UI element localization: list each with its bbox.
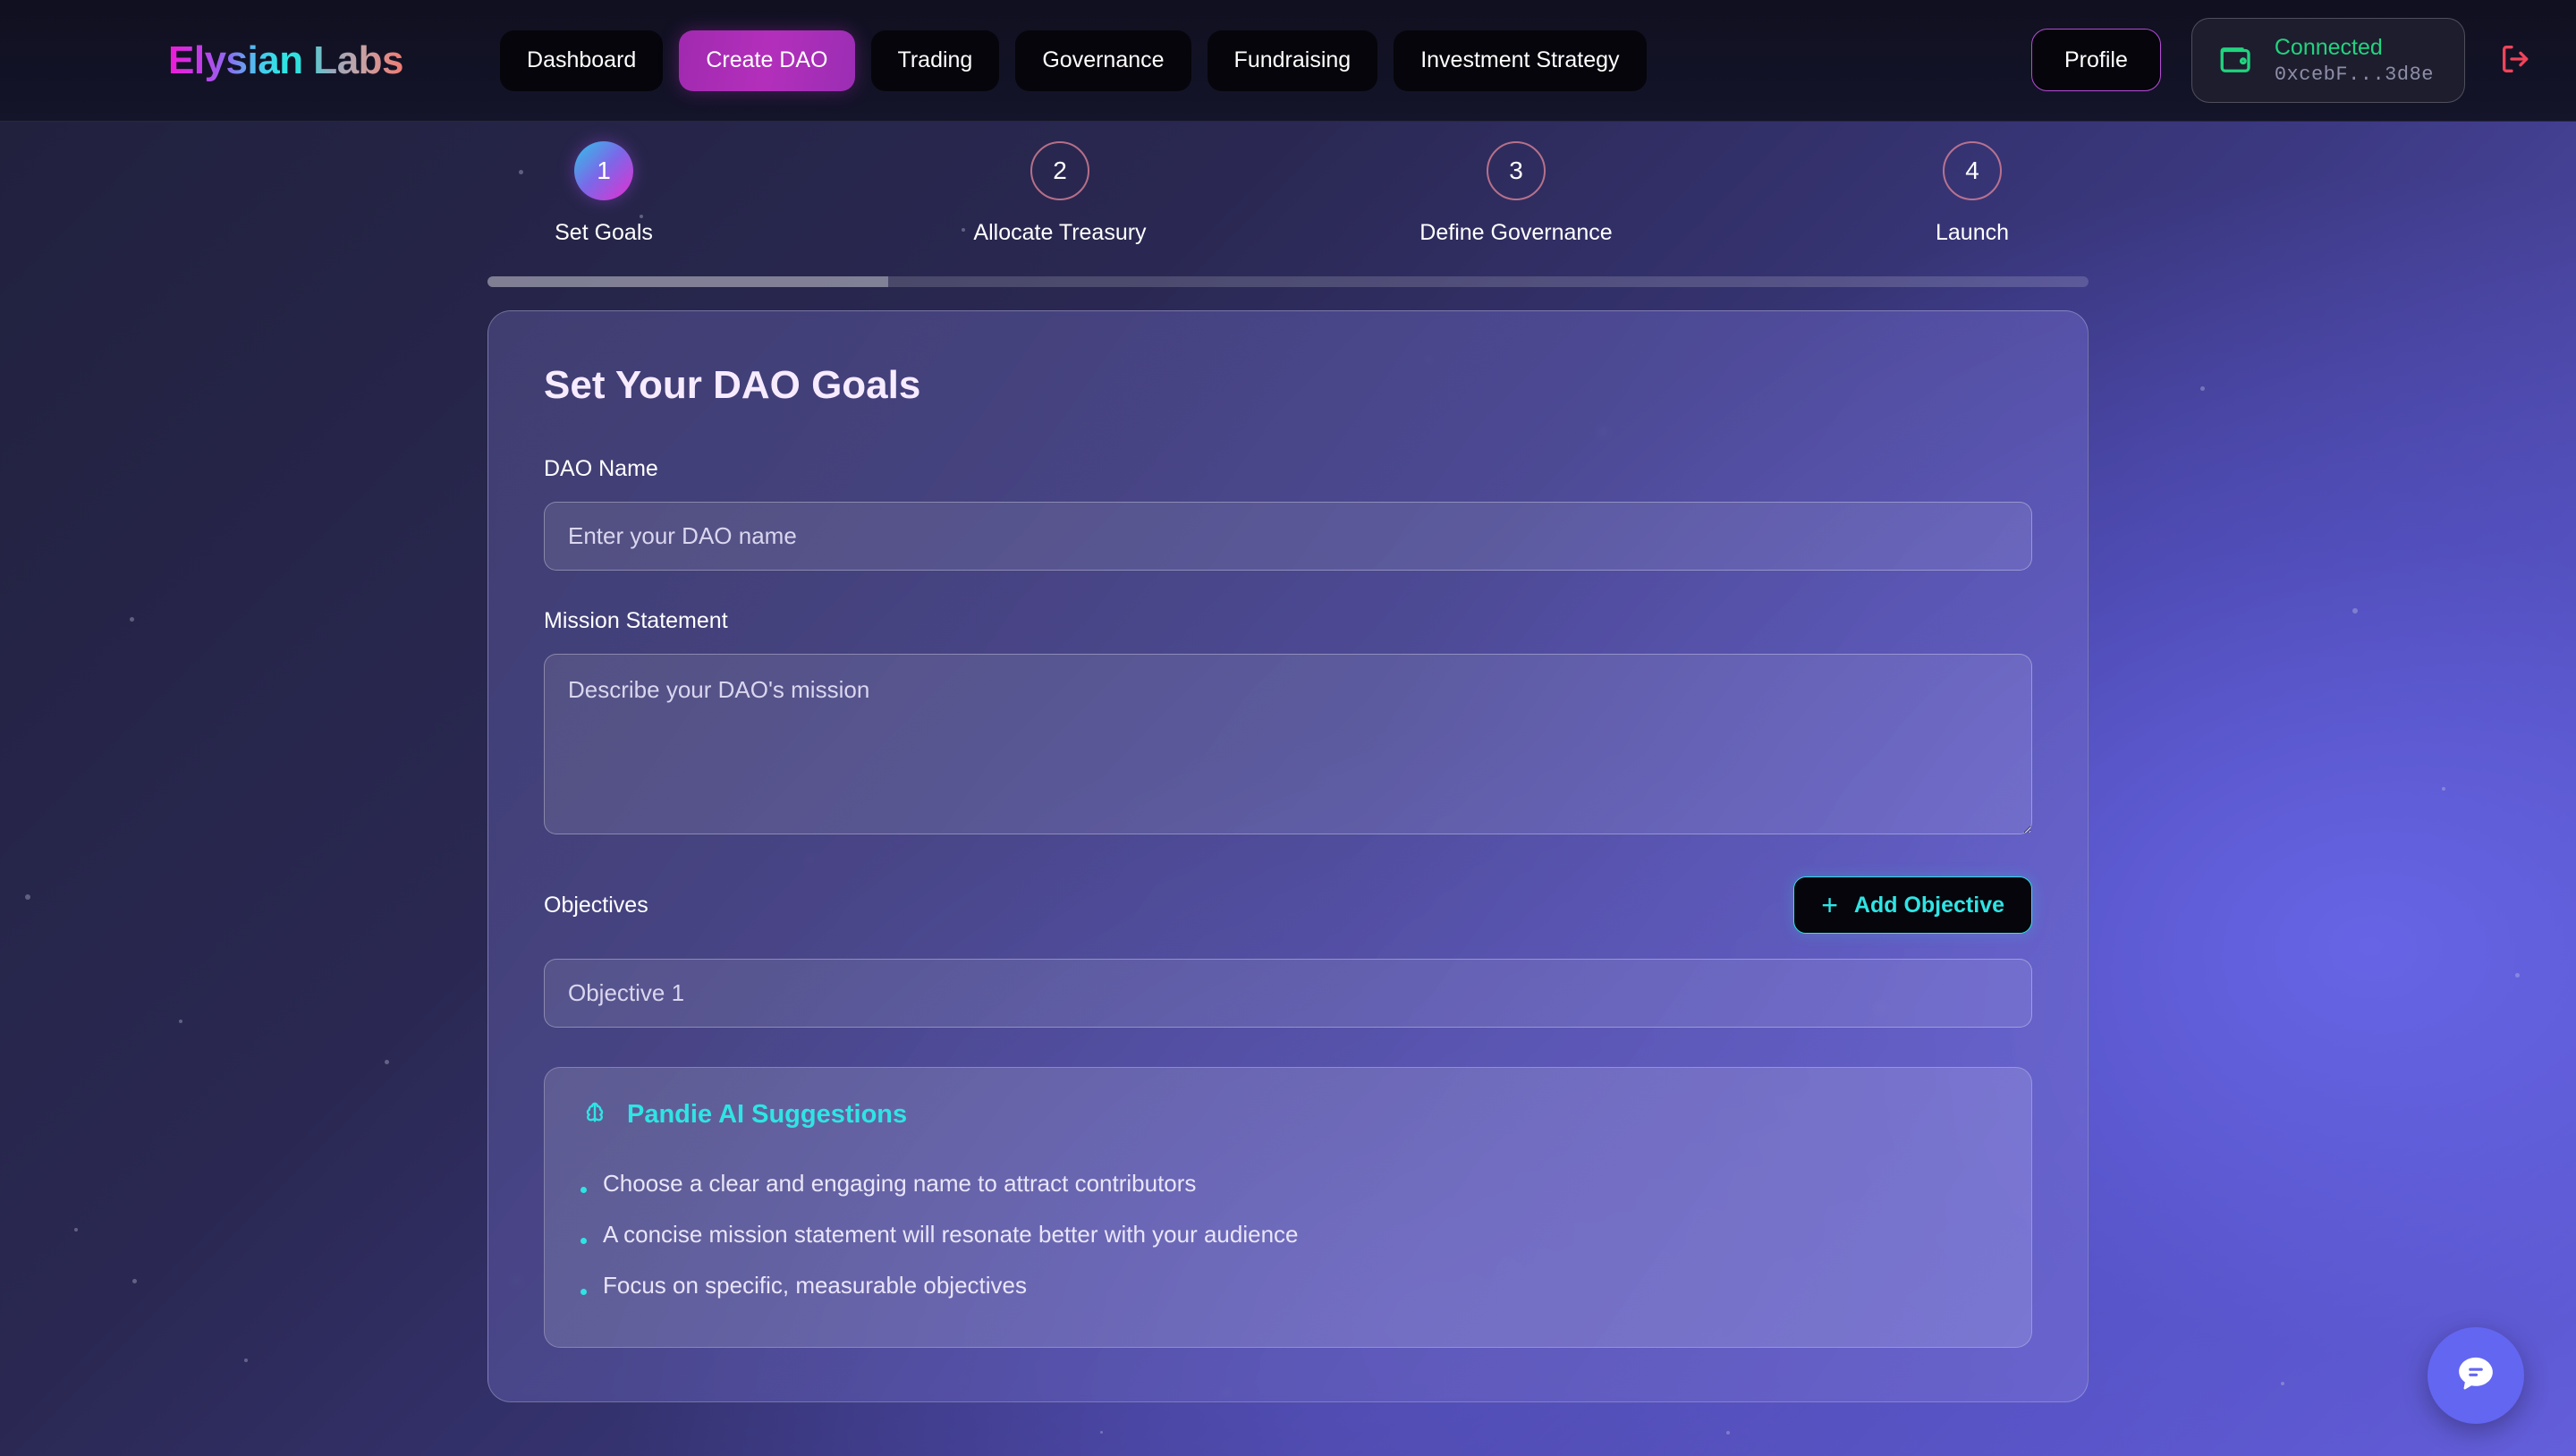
dao-name-input[interactable] (544, 502, 2032, 571)
dao-name-group: DAO Name (544, 456, 2032, 571)
mission-statement-textarea[interactable] (544, 654, 2032, 834)
ai-suggestions-panel: Pandie AI Suggestions Choose a clear and… (544, 1067, 2032, 1348)
dao-name-label: DAO Name (544, 456, 658, 481)
list-item: A concise mission statement will resonat… (580, 1209, 1996, 1260)
plus-icon: + (1821, 889, 1838, 921)
chat-support-button[interactable] (2428, 1327, 2524, 1424)
step-1-number: 1 (574, 141, 633, 200)
step-3-label: Define Governance (1419, 220, 1613, 245)
add-objective-button[interactable]: + Add Objective (1793, 876, 2032, 934)
bullet-dot-icon (580, 1187, 587, 1193)
nav-item-dashboard[interactable]: Dashboard (500, 30, 664, 91)
nav-item-investment-strategy[interactable]: Investment Strategy (1394, 30, 1647, 91)
profile-button[interactable]: Profile (2030, 29, 2161, 92)
objectives-label: Objectives (544, 892, 648, 918)
suggestion-text: Choose a clear and engaging name to attr… (603, 1170, 1197, 1197)
bullet-dot-icon (580, 1238, 587, 1244)
top-navigation-bar: Elysian Labs Dashboard Create DAO Tradin… (0, 0, 2576, 122)
list-item: Choose a clear and engaging name to attr… (580, 1158, 1996, 1209)
bullet-dot-icon (580, 1289, 587, 1295)
step-2-number: 2 (1030, 141, 1089, 200)
wallet-address: 0xcebF...3d8e (2274, 63, 2434, 86)
nav-item-fundraising[interactable]: Fundraising (1207, 30, 1378, 91)
objective-1-input[interactable] (544, 959, 2032, 1028)
ai-suggestions-list: Choose a clear and engaging name to attr… (580, 1158, 1996, 1311)
wizard-progress-bar (487, 276, 2089, 287)
ai-suggestions-header: Pandie AI Suggestions (580, 1098, 1996, 1131)
step-2-label: Allocate Treasury (973, 220, 1147, 245)
page-title: Set Your DAO Goals (544, 363, 921, 407)
nav-item-trading[interactable]: Trading (870, 30, 1000, 91)
chat-bubble-icon (2453, 1351, 2499, 1401)
nav-links: Dashboard Create DAO Trading Governance … (500, 30, 1647, 91)
step-3-number: 3 (1487, 141, 1546, 200)
step-3-define-governance[interactable]: 3 Define Governance (1400, 141, 1632, 246)
logout-button[interactable] (2496, 39, 2537, 80)
wallet-status-chip[interactable]: Connected 0xcebF...3d8e (2190, 17, 2465, 104)
mission-statement-group: Mission Statement (544, 608, 2032, 839)
wizard-stepper: 1 Set Goals 2 Allocate Treasury 3 Define… (487, 122, 2089, 287)
ai-suggestions-title: Pandie AI Suggestions (627, 1100, 908, 1129)
step-1-set-goals[interactable]: 1 Set Goals (487, 141, 720, 246)
wallet-text: Connected 0xcebF...3d8e (2275, 35, 2434, 86)
suggestion-text: A concise mission statement will resonat… (603, 1221, 1299, 1248)
logout-icon (2498, 41, 2534, 80)
nav-item-create-dao[interactable]: Create DAO (679, 30, 855, 91)
wallet-status-label: Connected (2274, 34, 2383, 60)
step-1-label: Set Goals (555, 220, 653, 245)
stepper-steps: 1 Set Goals 2 Allocate Treasury 3 Define… (487, 141, 2089, 246)
step-4-label: Launch (1935, 220, 2010, 245)
objectives-header: Objectives + Add Objective (544, 876, 2032, 934)
wizard-progress-fill (487, 276, 888, 287)
add-objective-label: Add Objective (1853, 892, 2004, 918)
brain-icon (580, 1098, 609, 1131)
step-2-allocate-treasury[interactable]: 2 Allocate Treasury (944, 141, 1176, 246)
list-item: Focus on specific, measurable objectives (580, 1260, 1996, 1311)
set-goals-card: Set Your DAO Goals DAO Name Mission Stat… (487, 310, 2089, 1402)
app-logo[interactable]: Elysian Labs (168, 38, 404, 83)
nav-item-governance[interactable]: Governance (1015, 30, 1191, 91)
step-4-launch[interactable]: 4 Launch (1856, 141, 2089, 246)
objectives-group: Objectives + Add Objective (544, 876, 2032, 1028)
main-content: 1 Set Goals 2 Allocate Treasury 3 Define… (0, 122, 2576, 1402)
mission-statement-label: Mission Statement (544, 608, 728, 633)
suggestion-text: Focus on specific, measurable objectives (603, 1272, 1028, 1299)
nav-right-group: Profile Connected 0xcebF...3d8e (2030, 17, 2537, 104)
step-4-number: 4 (1943, 141, 2002, 200)
wallet-icon (2217, 41, 2255, 79)
